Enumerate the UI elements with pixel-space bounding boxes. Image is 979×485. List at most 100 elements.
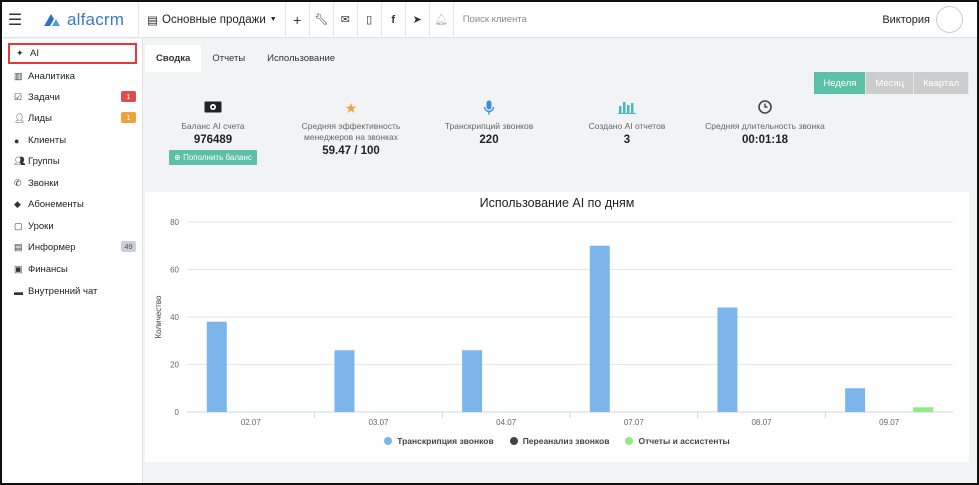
mail-icon[interactable]: ✉ <box>334 2 358 38</box>
facebook-icon[interactable]: f <box>382 2 406 38</box>
stat-label: Создано AI отчетов <box>588 121 666 131</box>
logo-text: alfacrm <box>67 9 125 29</box>
sidebar-item-label: Лиды <box>28 113 52 124</box>
menu-icon[interactable]: ☰ <box>2 2 28 38</box>
sidebar-item-analytics[interactable]: ▥ Аналитика <box>14 67 136 86</box>
legend-dot-icon <box>384 437 393 445</box>
sidebar-item-label: Задачи <box>28 92 60 103</box>
sidebar-item-label: Финансы <box>28 264 68 275</box>
period-week-button[interactable]: Неделя <box>814 72 867 94</box>
legend-item[interactable]: Переанализ звонков <box>509 436 609 446</box>
chart-bar <box>845 388 866 412</box>
mobile-icon[interactable]: ▯ <box>358 2 382 38</box>
informer-icon: ▤ <box>14 242 23 252</box>
sidebar-item-label: Аналитика <box>28 71 76 82</box>
stat-label: Транскрипций звонков <box>444 121 534 131</box>
sidebar-item-leads[interactable]: 👤︎ Лиды 1 <box>14 109 136 128</box>
sidebar-item-tasks[interactable]: ☑ Задачи 1 <box>14 88 136 107</box>
chevron-down-icon: ▼ <box>269 16 277 23</box>
sidebar-item-informer[interactable]: ▤ Информер 49 <box>14 238 136 257</box>
map-icon: ▥ <box>14 71 23 81</box>
sidebar-item-label: Информер <box>28 242 76 253</box>
wrench-icon[interactable]: 🔧︎ <box>310 2 334 38</box>
chart-bar <box>717 307 738 412</box>
bell-icon[interactable]: 🔔︎ <box>430 2 454 38</box>
legend-item[interactable]: Транскрипция звонков <box>384 436 494 446</box>
leads-icon: 👤︎ <box>14 113 26 123</box>
branch-label: Основные продажи <box>162 13 266 26</box>
chart-bar <box>913 407 934 412</box>
sidebar: ✦ AI ▥ Аналитика ☑ Задачи 1 👤︎ Лиды 1 ● … <box>2 39 143 483</box>
stat-label: Средняя длительность звонка <box>705 121 825 131</box>
stat-value: 00:01:18 <box>741 134 789 146</box>
add-icon[interactable]: + <box>286 2 310 38</box>
tab-reports[interactable]: Отчеты <box>201 45 256 72</box>
stat-ai-reports: Создано AI отчетов 3 <box>552 100 702 146</box>
y-tick-label: 20 <box>170 361 179 370</box>
chart-bar <box>589 245 610 412</box>
chart-bar <box>462 350 483 412</box>
sidebar-item-ai[interactable]: ✦ AI <box>8 43 137 64</box>
sidebar-item-label: Абонементы <box>28 199 84 210</box>
logo-mark-icon <box>44 13 60 26</box>
chat-icon: ▬ <box>14 286 23 297</box>
user-icon: ● <box>14 135 20 146</box>
logo[interactable]: alfacrm <box>28 2 140 38</box>
stat-value: 3 <box>623 134 631 146</box>
legend-item[interactable]: Отчеты и ассистенты <box>625 436 730 446</box>
y-tick-label: 0 <box>175 408 180 417</box>
microphone-icon <box>414 100 564 116</box>
clock-icon <box>690 100 840 116</box>
bar-chart-icon <box>552 100 702 116</box>
x-tick-label: 04.07 <box>496 418 517 427</box>
top-up-balance-button[interactable]: ⊕ Пополнить баланс <box>169 150 257 165</box>
x-tick-label: 03.07 <box>368 418 389 427</box>
client-search-input[interactable]: Поиск клиента <box>454 2 527 38</box>
stat-value: 976489 <box>193 134 233 146</box>
chart-legend: Транскрипция звонков Переанализ звонков От… <box>145 436 969 446</box>
x-tick-label: 08.07 <box>751 418 772 427</box>
branch-selector[interactable]: ▤ Основные продажи ▼ <box>139 2 286 38</box>
x-tick-label: 09.07 <box>879 418 900 427</box>
stat-manager-efficiency: ★ Средняя эффективность менеджеров на зв… <box>276 100 426 157</box>
tab-summary[interactable]: Сводка <box>145 45 202 72</box>
stat-transcriptions: Транскрипций звонков 220 <box>414 100 564 146</box>
avatar[interactable] <box>936 6 963 33</box>
usage-chart: 0 20 40 60 80 Количество 02.07 03.07 04.07 07.07 0… <box>154 218 953 427</box>
period-switch: Неделя Месяц Квартал <box>814 72 969 94</box>
chart-bar <box>206 321 227 412</box>
legend-label: Отчеты и ассистенты <box>638 436 730 446</box>
telegram-icon[interactable]: ➤ <box>406 2 430 38</box>
top-up-label: Пополнить баланс <box>183 153 252 162</box>
sidebar-item-label: AI <box>30 48 39 59</box>
star-icon: ★ <box>344 100 358 116</box>
tab-usage[interactable]: Использование <box>256 45 346 72</box>
y-tick-label: 40 <box>170 313 179 322</box>
branch-icon: ▤ <box>147 14 159 27</box>
sidebar-item-label: Группы <box>28 156 60 167</box>
sidebar-item-groups[interactable]: 👥︎ Группы <box>14 152 136 171</box>
stat-label: Средняя эффективность менеджеров на звон… <box>301 121 401 142</box>
period-month-button[interactable]: Месяц <box>866 72 915 94</box>
period-quarter-button[interactable]: Квартал <box>914 72 969 94</box>
chart-bar <box>334 350 355 412</box>
sparkle-icon: ✦ <box>16 48 24 58</box>
y-tick-label: 60 <box>170 266 179 275</box>
tasks-icon: ☑ <box>14 92 23 102</box>
sidebar-item-finance[interactable]: ▣ Финансы <box>14 260 136 279</box>
tasks-badge: 1 <box>121 91 136 102</box>
calendar-icon: ▢ <box>14 221 23 231</box>
y-axis-label: Количество <box>154 295 163 339</box>
tag-icon: ◆ <box>14 199 21 209</box>
sidebar-item-calls[interactable]: ✆ Звонки <box>14 174 136 193</box>
sidebar-item-label: Звонки <box>28 178 59 189</box>
legend-dot-icon <box>509 437 518 445</box>
users-icon: 👥︎ <box>14 156 26 166</box>
sidebar-item-clients[interactable]: ● Клиенты <box>14 131 136 150</box>
user-menu[interactable]: Виктория <box>882 6 963 33</box>
sidebar-item-label: Внутренний чат <box>28 286 98 297</box>
sidebar-item-subscriptions[interactable]: ◆ Абонементы <box>14 195 136 214</box>
sidebar-item-chat[interactable]: ▬ Внутренний чат <box>14 282 136 301</box>
sidebar-item-lessons[interactable]: ▢ Уроки <box>14 217 136 236</box>
top-bar: ☰ alfacrm ▤ Основные продажи ▼ + 🔧︎ ✉ ▯ … <box>2 2 977 38</box>
